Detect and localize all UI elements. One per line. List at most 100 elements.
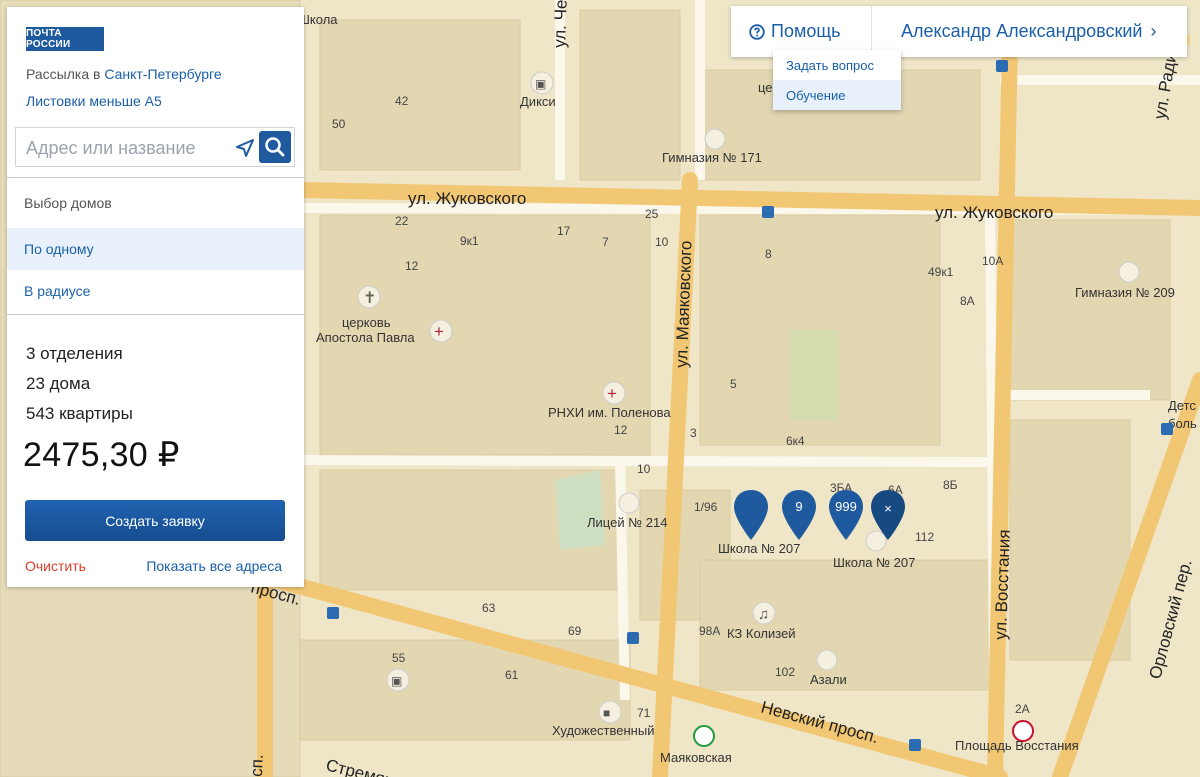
map-pin[interactable]: 999 xyxy=(828,489,864,541)
svg-text:98А: 98А xyxy=(699,624,720,638)
svg-text:8Б: 8Б xyxy=(943,478,958,492)
svg-text:10: 10 xyxy=(655,235,669,249)
medical-icon: + xyxy=(434,322,444,341)
option-one-by-one[interactable]: По одному xyxy=(7,228,304,270)
selection-mode-label: Выбор домов xyxy=(24,195,112,211)
search-input[interactable] xyxy=(24,136,233,160)
help-icon xyxy=(749,23,765,40)
help-label: Помощь xyxy=(771,21,841,41)
street-label: ул. Чехова xyxy=(550,0,572,48)
sidebar-panel: ПОЧТА РОССИИ Рассылка в Санкт-Петербурге… xyxy=(7,7,304,587)
place-label: Школа № 207 xyxy=(718,541,800,556)
svg-text:42: 42 xyxy=(395,94,409,108)
place-label: Лицей № 214 xyxy=(587,515,667,530)
user-name: Александр Александровский xyxy=(901,21,1143,41)
locate-icon[interactable] xyxy=(234,137,256,159)
russian-post-logo[interactable]: ПОЧТА РОССИИ xyxy=(26,27,104,51)
svg-text:5: 5 xyxy=(730,377,737,391)
stat-offices: 3 отделения xyxy=(26,344,123,363)
cart-icon: ▣ xyxy=(535,77,546,91)
user-menu[interactable]: Александр Александровский › xyxy=(901,6,1156,57)
place-label: Художественный xyxy=(552,723,654,738)
show-all-addresses-link[interactable]: Показать все адреса xyxy=(146,558,282,574)
svg-text:12: 12 xyxy=(614,423,628,437)
menu-item-label: Задать вопрос xyxy=(786,58,874,73)
chevron-right-icon: › xyxy=(1150,21,1157,41)
metro-icon xyxy=(1012,720,1034,742)
place-label: церковь xyxy=(342,315,391,330)
place-label: Дикси xyxy=(520,94,556,109)
pin-label: 999 xyxy=(835,499,857,514)
svg-text:12: 12 xyxy=(405,259,419,273)
svg-text:17: 17 xyxy=(557,224,571,238)
music-icon: ♫ xyxy=(758,606,769,623)
svg-text:8А: 8А xyxy=(960,294,975,308)
svg-text:3: 3 xyxy=(690,426,697,440)
svg-text:61: 61 xyxy=(505,668,519,682)
search-button[interactable] xyxy=(259,131,291,163)
divider xyxy=(7,177,304,178)
help-menu: Задать вопрос Обучение xyxy=(773,50,901,110)
camera-icon: ■ xyxy=(603,706,610,720)
logo-text: ПОЧТА РОССИИ xyxy=(26,28,71,50)
svg-text:71: 71 xyxy=(637,706,651,720)
street-label: сп. xyxy=(247,754,267,777)
svg-text:102: 102 xyxy=(775,665,795,679)
svg-text:63: 63 xyxy=(482,601,496,615)
map-pin[interactable]: 9 xyxy=(781,489,817,541)
svg-text:25: 25 xyxy=(645,207,659,221)
menu-item-label: Обучение xyxy=(786,88,846,103)
street-label: ул. Восстания xyxy=(991,529,1014,640)
metro-icon xyxy=(693,725,715,747)
svg-text:112: 112 xyxy=(915,530,934,544)
delivery-city-line: Рассылка в Санкт-Петербурге xyxy=(26,66,222,82)
address-search xyxy=(15,127,295,167)
stat-houses: 23 дома xyxy=(26,374,91,393)
svg-text:1/96: 1/96 xyxy=(694,500,718,514)
place-label: Гимназия № 209 xyxy=(1075,285,1175,300)
total-price: 2475,30 ₽ xyxy=(23,436,180,474)
place-label: КЗ Колизей xyxy=(727,626,796,641)
menu-item-training[interactable]: Обучение xyxy=(773,80,901,110)
svg-text:10А: 10А xyxy=(982,254,1003,268)
create-request-label: Создать заявку xyxy=(105,512,205,529)
menu-item-ask-question[interactable]: Задать вопрос xyxy=(773,50,901,80)
svg-text:9к1: 9к1 xyxy=(460,234,479,248)
place-label: Апостола Павла xyxy=(316,330,415,345)
medical-icon: + xyxy=(607,384,617,403)
place-label: Гимназия № 171 xyxy=(662,150,762,165)
church-icon: ✝ xyxy=(363,290,376,307)
svg-text:55: 55 xyxy=(392,651,406,665)
option-label: В радиусе xyxy=(24,283,91,299)
street-label: ул. Жуковского xyxy=(408,189,526,208)
search-icon xyxy=(265,137,285,157)
svg-text:49к1: 49к1 xyxy=(928,265,954,279)
street-label: ул. Жуковского xyxy=(935,203,1053,222)
clear-link[interactable]: Очистить xyxy=(25,558,86,574)
cart-icon: ▣ xyxy=(391,674,402,688)
place-label: Азали xyxy=(810,672,847,687)
format-link[interactable]: Листовки меньше А5 xyxy=(26,93,162,109)
option-label: По одному xyxy=(24,241,94,257)
stat-apartments: 543 квартиры xyxy=(26,404,133,423)
svg-text:69: 69 xyxy=(568,624,582,638)
place-label: Площадь Восстания xyxy=(955,738,1079,753)
create-request-button[interactable]: Создать заявку xyxy=(25,500,285,541)
delivery-prefix: Рассылка в xyxy=(26,66,101,82)
map-pin[interactable] xyxy=(733,489,769,541)
svg-text:7: 7 xyxy=(602,235,609,249)
place-label: Школа xyxy=(298,12,338,27)
city-link[interactable]: Санкт-Петербурге xyxy=(104,66,221,82)
svg-text:2А: 2А xyxy=(1015,702,1030,716)
svg-text:22: 22 xyxy=(395,214,409,228)
divider xyxy=(7,314,304,315)
map-pin-selected[interactable]: × xyxy=(870,489,906,541)
option-radius[interactable]: В радиусе xyxy=(7,270,304,312)
svg-text:8: 8 xyxy=(765,247,772,261)
close-icon: × xyxy=(884,501,892,516)
place-label: Маяковская xyxy=(660,750,732,765)
svg-text:6к4: 6к4 xyxy=(786,434,805,448)
svg-text:50: 50 xyxy=(332,117,346,131)
pin-label: 9 xyxy=(795,499,802,514)
svg-text:10: 10 xyxy=(637,462,651,476)
